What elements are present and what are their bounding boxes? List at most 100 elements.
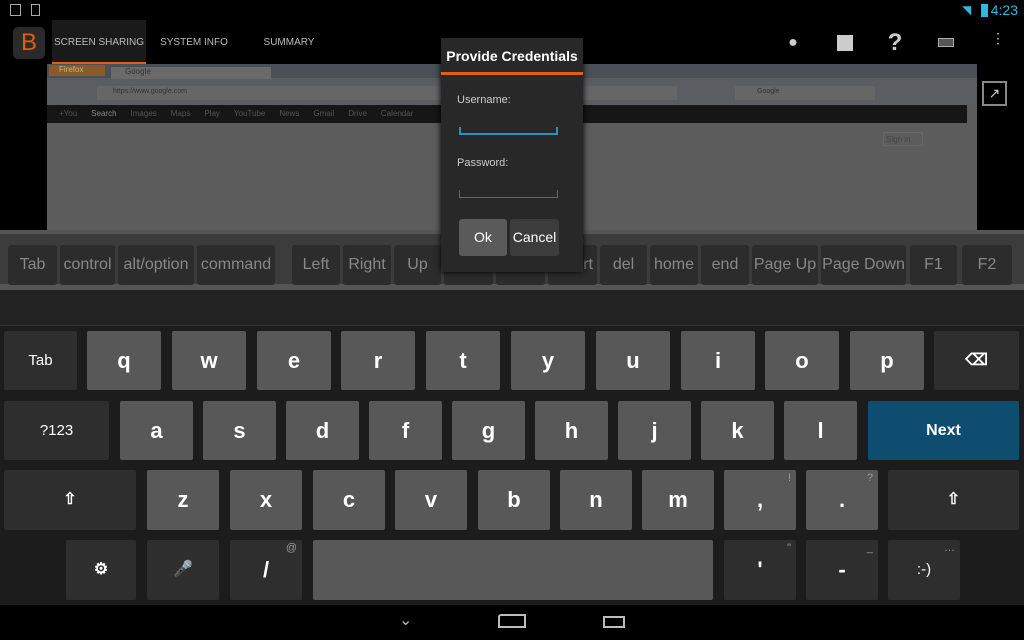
extra-key-page-up[interactable]: Page Up [752,245,818,285]
key-label: w [200,348,218,373]
ok-button[interactable]: Ok [459,219,507,256]
username-field[interactable] [459,127,558,135]
backspace-key[interactable]: ⌫ [934,331,1019,390]
key-h[interactable]: h [535,401,608,460]
cancel-button[interactable]: Cancel [510,219,559,256]
key-hint: " [787,542,791,554]
extra-key-end[interactable]: end [701,245,749,285]
key-d[interactable]: d [286,401,359,460]
key-j[interactable]: j [618,401,691,460]
key-tab[interactable]: Tab [4,331,77,390]
key-label: :-) [916,561,932,578]
mic-key[interactable]: 🎤 [147,540,219,600]
username-label: Username: [457,94,511,106]
key-label: ⌫ [965,352,988,369]
key-label: ⇧ [63,491,77,508]
key-z[interactable]: z [147,470,219,530]
key-e[interactable]: e [257,331,331,390]
key-y[interactable]: y [511,331,585,390]
shift-key[interactable]: ⇧ [888,470,1019,530]
key-m[interactable]: m [642,470,714,530]
google-link: Play [204,109,220,118]
key-symbol[interactable]: / @ [230,540,302,600]
key-i[interactable]: i [681,331,755,390]
sign-in-button: Sign in [883,132,923,146]
password-field[interactable] [459,190,558,198]
extra-key-command[interactable]: command [197,245,275,285]
keyboard-icon[interactable] [938,38,954,47]
extra-key-left[interactable]: Left [292,245,340,285]
extra-key-alt-option[interactable]: alt/option [118,245,194,285]
key-hint: ! [787,472,791,484]
picture-icon [10,4,21,16]
key-k[interactable]: k [701,401,774,460]
home-icon[interactable] [498,614,526,628]
key-label: , [756,487,764,512]
google-link: Calendar [380,109,414,118]
key-label: d [315,418,330,443]
key-f[interactable]: f [369,401,442,460]
key-label: g [481,418,496,443]
key-hint: … [944,542,955,554]
stop-icon[interactable] [837,35,853,51]
extra-key-del[interactable]: del [600,245,647,285]
key-label: Tab [28,352,53,369]
fullscreen-icon[interactable]: ↗ [982,81,1007,106]
key-symbol[interactable]: .? [806,470,878,530]
key-t[interactable]: t [426,331,500,390]
key-label: - [838,557,846,582]
key-o[interactable]: o [765,331,839,390]
key-n[interactable]: n [560,470,632,530]
tab-screen-sharing[interactable]: SCREEN SHARING [52,20,146,66]
key-symbol[interactable]: :-) … [888,540,960,600]
shift-key[interactable]: ⇧ [4,470,136,530]
extra-key-f1[interactable]: F1 [910,245,957,285]
key-label: s [233,418,246,443]
tab-summary[interactable]: SUMMARY [245,20,333,66]
extra-key-up[interactable]: Up [394,245,441,285]
key-q[interactable]: q [87,331,161,390]
key-label: / [262,557,270,582]
key-u[interactable]: u [596,331,670,390]
chat-icon[interactable]: ● [781,33,805,53]
back-icon[interactable]: ⌄ [399,610,412,630]
key-symbol[interactable]: ,! [724,470,796,530]
key-v[interactable]: v [395,470,467,530]
key-symbol[interactable]: - _ [806,540,878,600]
key-label: ?123 [39,422,74,439]
download-icon [31,4,40,16]
help-icon[interactable]: ? [883,31,907,55]
extra-key-right[interactable]: Right [343,245,391,285]
app-logo[interactable]: B [13,27,45,59]
key-r[interactable]: r [341,331,415,390]
tab-system-info[interactable]: SYSTEM INFO [152,20,236,66]
extra-key-page-down[interactable]: Page Down [821,245,906,285]
key-next[interactable]: Next [868,401,1019,460]
clock: 4:23 [990,2,1018,18]
google-link: Search [91,109,117,118]
overflow-menu-icon[interactable]: ⋮ [986,31,1010,45]
key-c[interactable]: c [313,470,385,530]
key-w[interactable]: w [172,331,246,390]
google-link: Maps [170,109,191,118]
key-p[interactable]: p [850,331,924,390]
suggestion-strip [0,290,1024,326]
extra-key-control[interactable]: control [60,245,115,285]
key-s[interactable]: s [203,401,276,460]
recents-icon[interactable] [603,616,625,628]
key-l[interactable]: l [784,401,857,460]
key-b[interactable]: b [478,470,550,530]
key-label: u [626,348,640,373]
key-symbol[interactable]: ' " [724,540,796,600]
extra-key-f2[interactable]: F2 [962,245,1012,285]
key-q123[interactable]: ?123 [4,401,109,460]
settings-key[interactable]: ⚙ [66,540,136,600]
extra-key-tab[interactable]: Tab [8,245,57,285]
space-key[interactable] [313,540,713,600]
extra-key-home[interactable]: home [650,245,698,285]
key-x[interactable]: x [230,470,302,530]
wifi-icon: ◥ [962,3,972,17]
key-a[interactable]: a [120,401,193,460]
key-g[interactable]: g [452,401,525,460]
key-label: 🎤 [173,561,193,578]
